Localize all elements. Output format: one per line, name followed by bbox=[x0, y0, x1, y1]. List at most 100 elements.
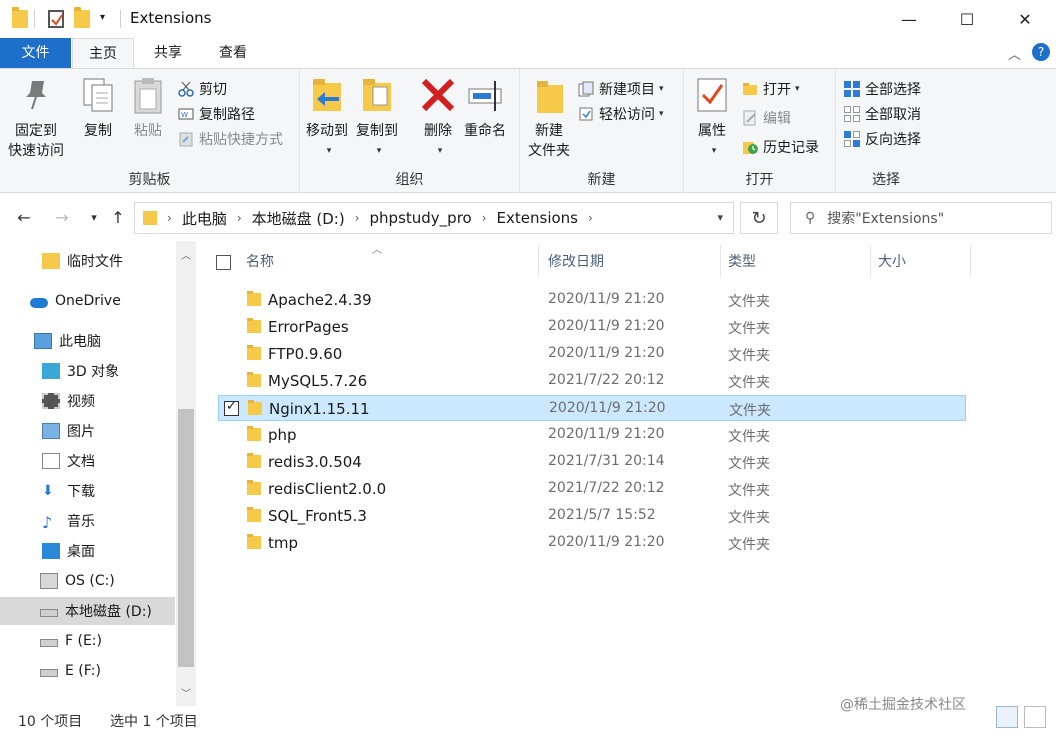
column-divider[interactable] bbox=[870, 245, 871, 277]
sidebar-item[interactable]: OneDrive bbox=[0, 287, 175, 315]
up-arrow-icon[interactable]: ↑ bbox=[106, 205, 130, 229]
maximize-button[interactable]: ☐ bbox=[938, 0, 996, 38]
edit-button[interactable]: 编辑 bbox=[742, 106, 791, 130]
file-row[interactable]: php 2020/11/9 21:20 文件夹 bbox=[218, 422, 966, 448]
pin-label-line2: 快速访问 bbox=[8, 143, 64, 159]
history-button[interactable]: 历史记录 bbox=[742, 135, 819, 159]
breadcrumb-drive-d[interactable]: 本地磁盘 (D:) bbox=[252, 208, 345, 229]
move-to-button[interactable]: 移动到 ▾ bbox=[306, 75, 348, 161]
sidebar-scrollbar[interactable]: ︿ ﹀ bbox=[176, 241, 196, 706]
sidebar-item[interactable]: 文档 bbox=[0, 447, 175, 475]
file-modified-date: 2021/7/22 20:12 bbox=[548, 372, 665, 388]
select-group-label: 选择 bbox=[872, 172, 900, 188]
rename-button[interactable]: 重命名 bbox=[464, 75, 506, 141]
select-none-button[interactable]: 全部取消 bbox=[844, 102, 921, 126]
address-history-chevron-icon[interactable]: ▾ bbox=[717, 211, 723, 224]
new-item-button[interactable]: 新建项目 ▾ bbox=[578, 77, 664, 101]
column-divider[interactable] bbox=[720, 245, 721, 277]
file-row[interactable]: MySQL5.7.26 2021/7/22 20:12 文件夹 bbox=[218, 368, 966, 394]
tab-view[interactable]: 查看 bbox=[205, 38, 261, 68]
column-header-size[interactable]: 大小 bbox=[878, 251, 906, 273]
sidebar-item[interactable]: 本地磁盘 (D:) bbox=[0, 597, 175, 625]
row-checkbox[interactable] bbox=[224, 399, 239, 416]
paste-shortcut-button[interactable]: 粘贴快捷方式 bbox=[178, 127, 283, 151]
new-folder-icon[interactable] bbox=[74, 7, 90, 28]
easy-access-button[interactable]: 轻松访问 ▾ bbox=[578, 102, 664, 126]
breadcrumb-separator-icon[interactable]: › bbox=[167, 211, 172, 225]
sidebar-item[interactable]: E (F:) bbox=[0, 657, 175, 685]
large-icons-view-icon[interactable] bbox=[1024, 706, 1046, 728]
open-button[interactable]: 打开 ▾ bbox=[742, 77, 800, 101]
scroll-up-icon[interactable]: ︿ bbox=[176, 247, 196, 265]
copy-button[interactable]: 复制 bbox=[80, 75, 116, 141]
address-bar[interactable]: › 此电脑 › 本地磁盘 (D:) › phpstudy_pro › Exten… bbox=[134, 202, 734, 234]
file-row[interactable]: Nginx1.15.11 2020/11/9 21:20 文件夹 bbox=[218, 395, 966, 421]
sidebar-item[interactable]: 此电脑 bbox=[0, 327, 175, 355]
sidebar-item[interactable]: 3D 对象 bbox=[0, 357, 175, 385]
file-row[interactable]: tmp 2020/11/9 21:20 文件夹 bbox=[218, 530, 966, 556]
sidebar-item[interactable]: ⬇ 下载 bbox=[0, 477, 175, 505]
file-name: Nginx1.15.11 bbox=[269, 400, 370, 418]
details-view-icon[interactable] bbox=[996, 706, 1018, 728]
forward-arrow-icon[interactable]: → bbox=[50, 205, 74, 229]
breadcrumb-separator-icon[interactable]: › bbox=[482, 211, 487, 225]
sidebar-item[interactable]: OS (C:) bbox=[0, 567, 175, 595]
sidebar-item[interactable]: 临时文件 bbox=[0, 247, 175, 275]
breadcrumb-this-pc[interactable]: 此电脑 bbox=[182, 208, 227, 229]
tab-home[interactable]: 主页 bbox=[72, 38, 134, 69]
file-type: 文件夹 bbox=[728, 348, 770, 364]
tab-file[interactable]: 文件 bbox=[0, 38, 71, 68]
select-all-button[interactable]: 全部选择 bbox=[844, 77, 921, 101]
breadcrumb-phpstudy[interactable]: phpstudy_pro bbox=[370, 209, 472, 227]
column-header-modified[interactable]: 修改日期 bbox=[548, 251, 604, 273]
file-row[interactable]: ErrorPages 2020/11/9 21:20 文件夹 bbox=[218, 314, 966, 340]
paste-button[interactable]: 粘贴 bbox=[130, 75, 166, 141]
close-button[interactable]: ✕ bbox=[996, 0, 1054, 38]
new-folder-button[interactable]: 新建 文件夹 bbox=[528, 75, 570, 161]
customize-quick-access-icon[interactable]: ▾ bbox=[100, 12, 105, 23]
sidebar-item[interactable]: F (E:) bbox=[0, 627, 175, 655]
column-header-type[interactable]: 类型 bbox=[728, 251, 756, 273]
scroll-down-icon[interactable]: ﹀ bbox=[176, 685, 196, 703]
sidebar-item[interactable]: ♪ 音乐 bbox=[0, 507, 175, 535]
file-row[interactable]: SQL_Front5.3 2021/5/7 15:52 文件夹 bbox=[218, 503, 966, 529]
sidebar-item[interactable]: 图片 bbox=[0, 417, 175, 445]
column-divider[interactable] bbox=[970, 245, 971, 277]
back-arrow-icon[interactable]: ← bbox=[12, 205, 36, 229]
collapse-ribbon-icon[interactable]: ︿ bbox=[1008, 44, 1021, 63]
minimize-button[interactable]: — bbox=[880, 0, 938, 38]
sidebar-item[interactable]: 视频 bbox=[0, 387, 175, 415]
copy-path-button[interactable]: W 复制路径 bbox=[178, 102, 255, 126]
folder-icon[interactable] bbox=[12, 7, 28, 28]
copy-to-button[interactable]: 复制到 ▾ bbox=[356, 75, 398, 161]
invert-selection-button[interactable]: 反向选择 bbox=[844, 127, 921, 151]
file-type: 文件夹 bbox=[728, 294, 770, 310]
pin-quick-access-button[interactable]: 固定到 快速访问 bbox=[8, 75, 64, 161]
help-icon[interactable]: ? bbox=[1032, 43, 1050, 61]
breadcrumb-separator-icon[interactable]: › bbox=[237, 211, 242, 225]
file-name: tmp bbox=[268, 534, 299, 552]
breadcrumb-separator-icon[interactable]: › bbox=[355, 211, 360, 225]
delete-button[interactable]: 删除 ▾ bbox=[420, 75, 456, 161]
refresh-button[interactable]: ↻ bbox=[740, 202, 778, 234]
cut-button[interactable]: 剪切 bbox=[178, 77, 227, 101]
breadcrumb-separator-icon[interactable]: › bbox=[588, 211, 593, 225]
search-box[interactable]: ⚲ 搜索"Extensions" bbox=[790, 202, 1052, 234]
file-row[interactable]: FTP0.9.60 2020/11/9 21:20 文件夹 bbox=[218, 341, 966, 367]
delete-label: 删除 bbox=[424, 123, 452, 139]
properties-icon[interactable] bbox=[48, 10, 64, 28]
select-all-checkbox[interactable] bbox=[216, 255, 231, 270]
properties-button[interactable]: 属性 ▾ bbox=[694, 75, 730, 161]
scrollbar-thumb[interactable] bbox=[178, 409, 194, 667]
file-row[interactable]: Apache2.4.39 2020/11/9 21:20 文件夹 bbox=[218, 287, 966, 313]
paste-label: 粘贴 bbox=[134, 123, 162, 139]
recent-locations-chevron-icon[interactable]: ▾ bbox=[82, 205, 106, 229]
breadcrumb-extensions[interactable]: Extensions bbox=[497, 209, 578, 227]
column-divider[interactable] bbox=[538, 245, 539, 277]
move-to-icon bbox=[309, 75, 345, 115]
column-header-name[interactable]: 名称 bbox=[246, 251, 274, 273]
file-row[interactable]: redis3.0.504 2021/7/31 20:14 文件夹 bbox=[218, 449, 966, 475]
sidebar-item[interactable]: 桌面 bbox=[0, 537, 175, 565]
file-row[interactable]: redisClient2.0.0 2021/7/22 20:12 文件夹 bbox=[218, 476, 966, 502]
tab-share[interactable]: 共享 bbox=[140, 38, 196, 68]
